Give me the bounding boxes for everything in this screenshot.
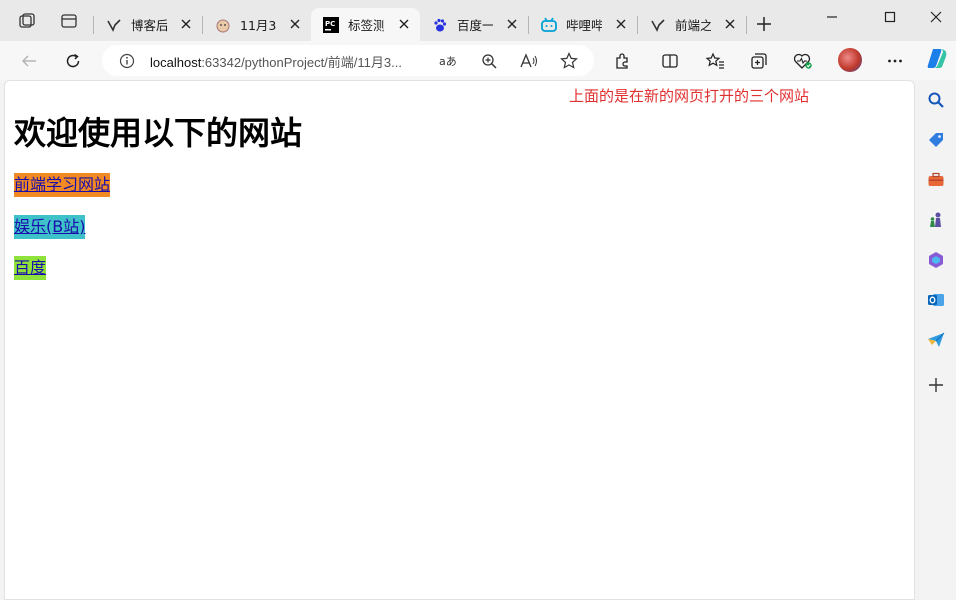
close-icon <box>930 11 942 23</box>
zoom-icon[interactable] <box>478 50 500 72</box>
close-tab-icon[interactable] <box>504 16 520 32</box>
read-aloud-icon[interactable] <box>518 50 540 72</box>
close-tab-icon[interactable] <box>396 16 412 32</box>
tab-title: 哔哩哔哩 <box>566 18 602 33</box>
pycharm-icon: PC <box>323 16 339 33</box>
close-tab-icon[interactable] <box>178 16 194 32</box>
baidu-paw-icon <box>432 17 448 33</box>
search-icon[interactable] <box>926 90 946 110</box>
back-button[interactable] <box>18 50 40 72</box>
send-drop-icon[interactable] <box>926 330 946 350</box>
tab-2-active[interactable]: PC 标签测试 <box>311 8 420 41</box>
extensions-icon[interactable] <box>611 50 633 72</box>
page-viewport: 上面的是在新的网页打开的三个网站 欢迎使用以下的网站 前端学习网站 娱乐(B站)… <box>4 80 915 600</box>
tab-title: 百度一下 <box>457 18 493 33</box>
tab-title: 博客后台 <box>131 18 167 33</box>
profile-avatar[interactable] <box>838 48 862 72</box>
url-text[interactable]: localhost:63342/pythonProject/前端/11月3... <box>150 52 402 71</box>
link-baidu[interactable]: 百度 <box>14 256 47 280</box>
face-icon <box>215 17 231 33</box>
tab-actions-icon[interactable] <box>58 10 80 32</box>
page-note: 上面的是在新的网页打开的三个网站 <box>569 87 810 105</box>
tab-title: 11月3日 <box>240 18 276 33</box>
plus-icon <box>757 17 771 31</box>
tab-1[interactable]: 11月3日 <box>203 8 311 41</box>
close-window-button[interactable] <box>922 6 950 28</box>
tab-separator <box>746 16 747 34</box>
tab-title: 标签测试 <box>348 18 384 33</box>
collections-icon[interactable] <box>748 50 770 72</box>
url-host: localhost <box>150 55 202 70</box>
close-tab-icon[interactable] <box>613 16 629 32</box>
tab-5[interactable]: 前端之h <box>638 8 746 41</box>
back-arrow-icon <box>21 55 36 67</box>
tools-briefcase-icon[interactable] <box>926 170 946 190</box>
refresh-button[interactable] <box>62 50 84 72</box>
refresh-icon <box>66 53 80 68</box>
minimize-button[interactable] <box>818 6 846 28</box>
favorites-icon[interactable] <box>704 50 726 72</box>
maximize-button[interactable] <box>876 6 904 28</box>
url-path: :63342/pythonProject/前端/11月3... <box>201 55 402 70</box>
close-tab-icon[interactable] <box>722 16 738 32</box>
split-screen-icon[interactable] <box>659 50 681 72</box>
svg-text:PC: PC <box>325 20 335 28</box>
settings-more-icon[interactable] <box>884 50 906 72</box>
add-sidebar-app-icon[interactable] <box>926 375 946 395</box>
link-bilibili[interactable]: 娱乐(B站) <box>14 215 86 239</box>
edge-sidebar <box>916 80 956 600</box>
browser-essentials-icon[interactable] <box>792 50 814 72</box>
read-aloud-language-icon[interactable]: aあ <box>438 50 460 72</box>
maximize-icon <box>884 11 896 23</box>
tab-strip: 博客后台 11月3日 PC 标签测试 百度一下 哔哩哔哩 前端之h <box>0 0 956 41</box>
shopping-tag-icon[interactable] <box>926 130 946 150</box>
tab-0[interactable]: 博客后台 <box>94 8 202 41</box>
copilot-icon[interactable] <box>925 46 949 70</box>
browser-toolbar: localhost:63342/pythonProject/前端/11月3...… <box>0 41 956 80</box>
tab-3[interactable]: 百度一下 <box>420 8 528 41</box>
new-tab-button[interactable] <box>754 14 774 34</box>
yuque-icon <box>650 17 666 33</box>
outlook-icon[interactable] <box>926 290 946 310</box>
svg-text:aあ: aあ <box>439 55 457 68</box>
favorite-star-icon[interactable] <box>558 50 580 72</box>
microsoft365-icon[interactable] <box>926 250 946 270</box>
address-bar[interactable]: localhost:63342/pythonProject/前端/11月3...… <box>102 45 594 76</box>
minimize-icon <box>827 16 837 18</box>
workspaces-icon[interactable] <box>16 10 38 32</box>
games-chess-icon[interactable] <box>926 210 946 230</box>
tab-4[interactable]: 哔哩哔哩 <box>529 8 637 41</box>
page-heading: 欢迎使用以下的网站 <box>14 114 303 152</box>
close-tab-icon[interactable] <box>287 16 303 32</box>
site-info-icon[interactable] <box>116 50 138 72</box>
tab-title: 前端之h <box>675 18 711 33</box>
yuque-icon <box>106 17 122 33</box>
bilibili-icon <box>541 17 557 33</box>
link-frontend-learning[interactable]: 前端学习网站 <box>14 173 111 197</box>
